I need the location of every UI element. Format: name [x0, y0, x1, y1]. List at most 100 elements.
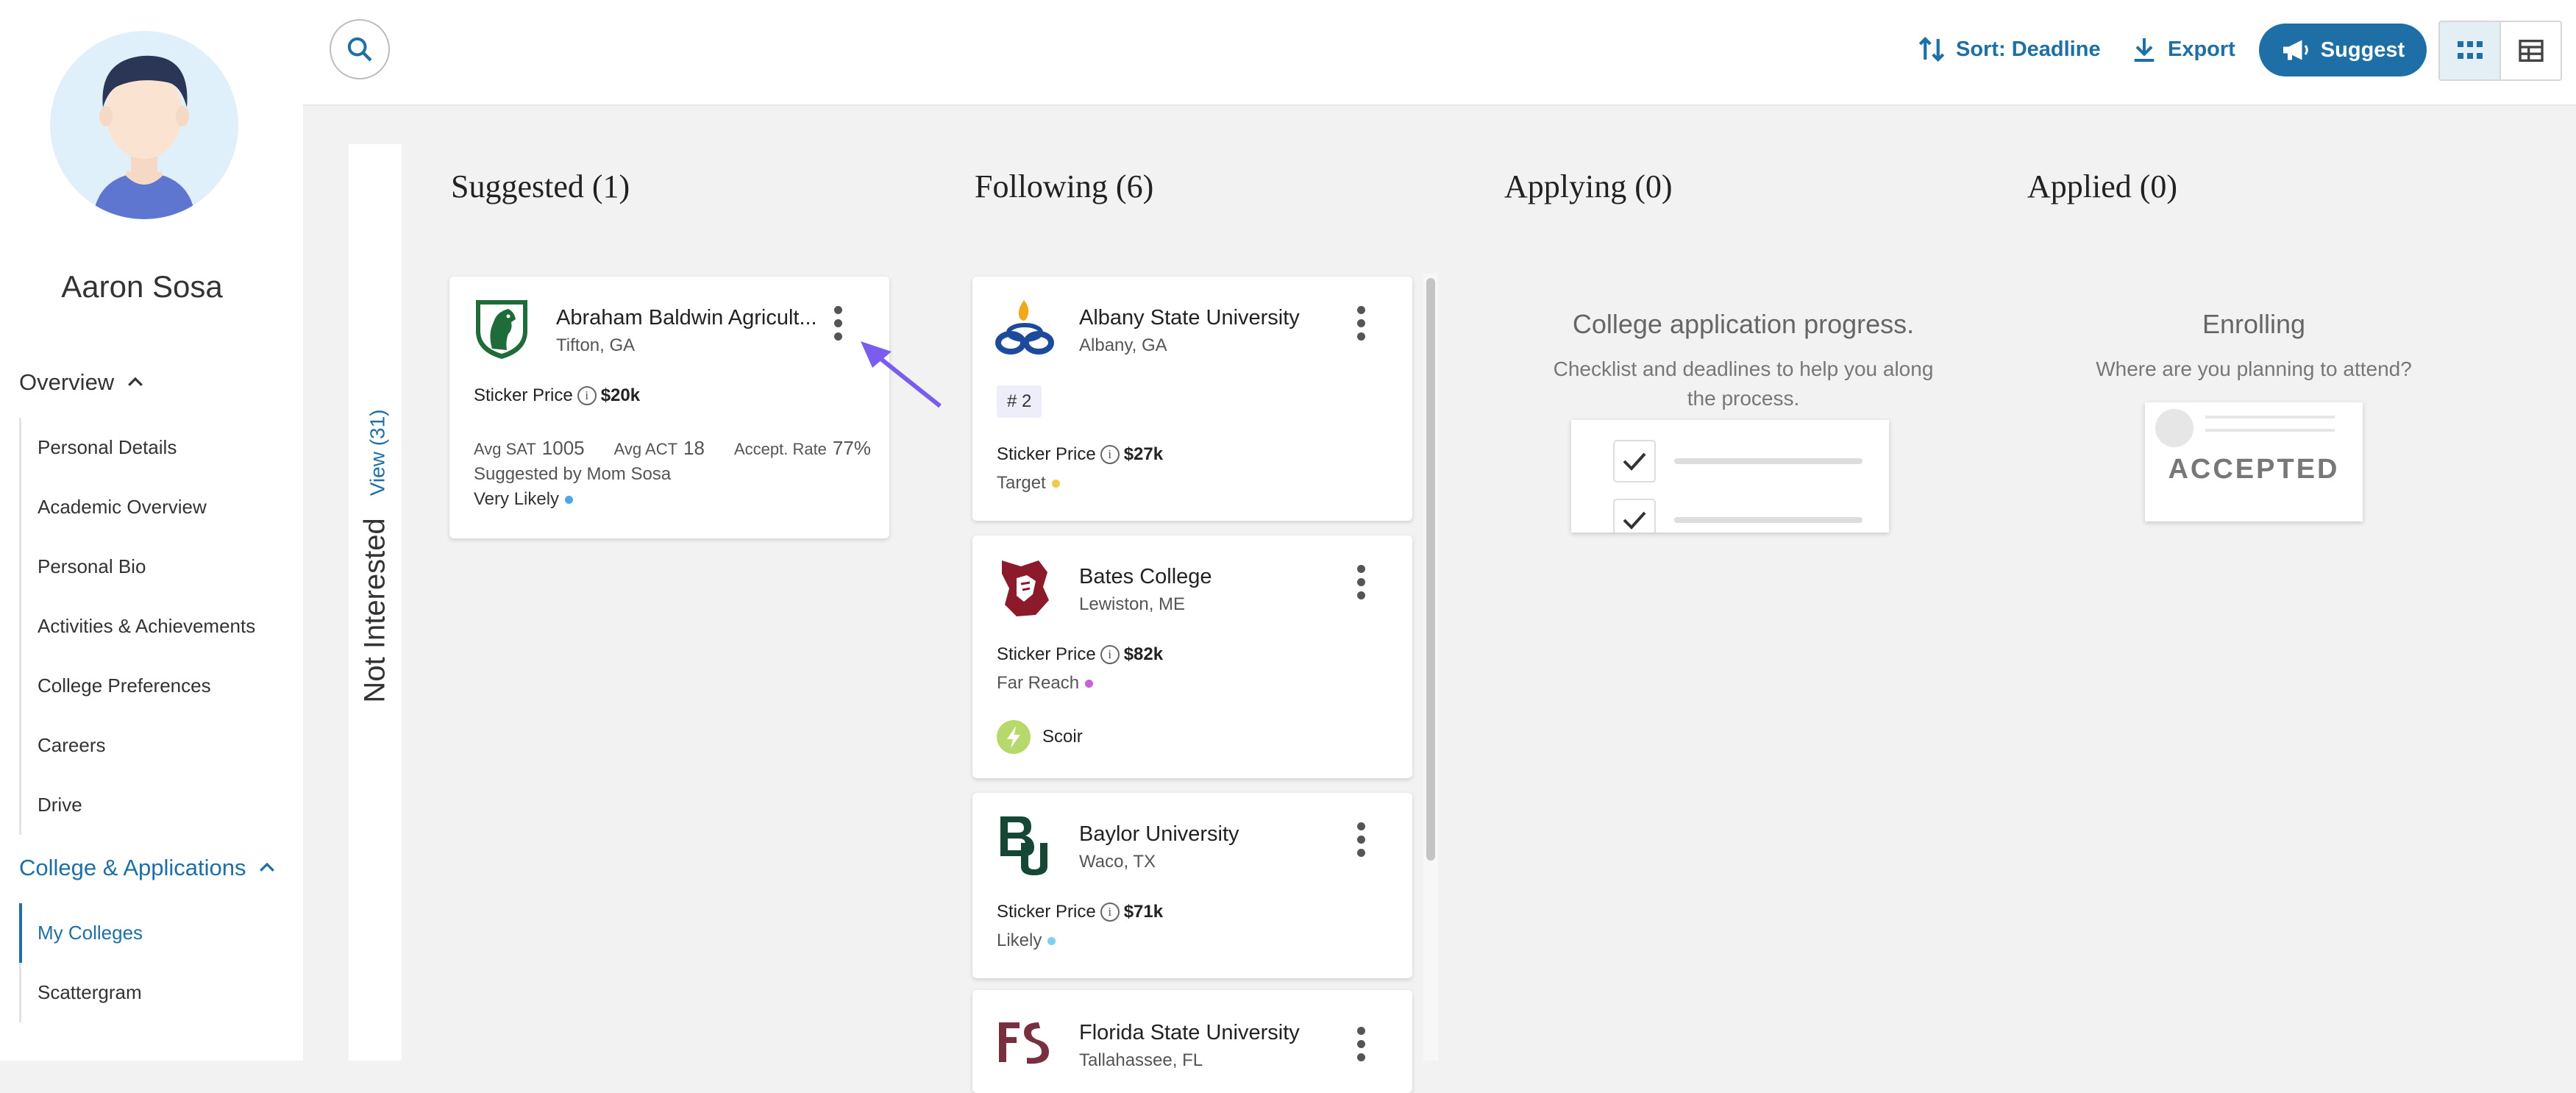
sidebar-item-personal-bio[interactable]: Personal Bio: [21, 537, 286, 597]
checklist-illustration: [1571, 420, 1889, 533]
sort-label: Sort: Deadline: [1956, 37, 2101, 61]
not-interested-label-group: Not Interested View (31): [359, 409, 392, 702]
section-college-applications[interactable]: College & Applications: [19, 855, 278, 881]
college-logo: [995, 813, 1055, 877]
applying-empty-title: College application progress.: [1572, 309, 1915, 339]
sidebar-item-careers[interactable]: Careers: [21, 716, 286, 775]
college-logo: [995, 297, 1055, 360]
applied-empty-subtitle: Where are you planning to attend?: [2096, 357, 2412, 380]
college-location: Tallahassee, FL: [1079, 1050, 1203, 1070]
card-menu-button[interactable]: [1353, 306, 1368, 343]
likelihood-label: Very Likely: [474, 489, 560, 509]
info-icon[interactable]: i: [1100, 902, 1120, 922]
sidebar-item-my-colleges[interactable]: My Colleges: [19, 903, 286, 963]
accepted-illustration: ACCEPTED: [2145, 402, 2363, 521]
info-icon[interactable]: i: [577, 386, 597, 405]
sticker-price: Sticker Price i $82k: [997, 644, 1163, 665]
sticker-price-value: $82k: [1123, 644, 1164, 664]
view-toggle: [2438, 21, 2562, 81]
megaphone-icon: [2283, 40, 2308, 60]
sticker-price-label: Sticker Price: [997, 644, 1096, 664]
sidebar: Aaron Sosa Overview Personal Details Aca…: [0, 0, 303, 1061]
rank-badge: # 2: [997, 385, 1042, 418]
sidebar-item-college-preferences[interactable]: College Preferences: [21, 656, 286, 716]
college-location: Albany, GA: [1079, 335, 1167, 355]
avatar[interactable]: [50, 31, 238, 219]
info-icon[interactable]: i: [1100, 645, 1120, 664]
college-card-albany-state[interactable]: Albany State University Albany, GA # 2 S…: [972, 277, 1412, 521]
college-location: Waco, TX: [1079, 852, 1156, 872]
avg-sat-value: 1005: [541, 437, 585, 459]
college-name[interactable]: Baylor University: [1079, 822, 1239, 847]
card-menu-button[interactable]: [830, 306, 845, 343]
sort-icon: [1918, 37, 1945, 62]
not-interested-panel[interactable]: Not Interested View (31): [349, 144, 402, 1061]
college-name[interactable]: Bates College: [1079, 565, 1212, 589]
sticker-price-label: Sticker Price: [997, 902, 1096, 922]
source-tag: Scoir: [997, 720, 1083, 754]
accept-rate-label: Accept. Rate: [733, 440, 827, 458]
sidebar-item-personal-details[interactable]: Personal Details: [21, 418, 286, 477]
college-card-bates[interactable]: Bates College Lewiston, ME Sticker Price…: [972, 535, 1412, 778]
sidebar-item-drive[interactable]: Drive: [21, 775, 286, 835]
download-icon: [2134, 38, 2155, 62]
college-card-baylor[interactable]: Baylor University Waco, TX Sticker Price…: [972, 793, 1412, 978]
suggested-by: Suggested by Mom Sosa: [474, 464, 672, 484]
college-name[interactable]: Albany State University: [1079, 306, 1300, 330]
applying-empty-subtitle: Checklist and deadlines to help you alon…: [1553, 357, 1934, 410]
avg-act-value: 18: [683, 437, 705, 459]
sticker-price-value: $20k: [600, 385, 641, 405]
user-name: Aaron Sosa: [61, 269, 223, 304]
card-menu-button[interactable]: [1353, 565, 1368, 602]
category-dot: [1051, 479, 1060, 488]
college-logo: [472, 297, 532, 360]
accepted-stamp: ACCEPTED: [2168, 454, 2340, 485]
search-button[interactable]: [330, 19, 390, 79]
chevron-up-icon: [260, 862, 275, 872]
section-college-label: College & Applications: [19, 855, 246, 880]
sidebar-item-academic-overview[interactable]: Academic Overview: [21, 477, 286, 537]
table-view-icon: [2518, 40, 2544, 62]
college-logo: [995, 1018, 1055, 1081]
likelihood-dot: [565, 495, 574, 504]
card-menu-button[interactable]: [1353, 1027, 1368, 1064]
section-overview[interactable]: Overview: [19, 369, 146, 396]
export-button[interactable]: Export: [2130, 26, 2235, 72]
avg-sat: Avg SAT 1005: [474, 437, 585, 460]
suggest-button[interactable]: Suggest: [2259, 24, 2427, 76]
admission-category: Far Reach: [997, 673, 1094, 694]
following-scrollbar[interactable]: [1423, 274, 1438, 1061]
sidebar-item-scattergram[interactable]: Scattergram: [21, 963, 286, 1022]
sort-button[interactable]: Sort: Deadline: [1916, 26, 2101, 72]
card-menu-button[interactable]: [1353, 822, 1368, 859]
sticker-price-value: $27k: [1123, 444, 1164, 464]
category-dot: [1085, 679, 1094, 688]
search-icon: [347, 37, 372, 62]
view-not-interested-link[interactable]: View (31): [366, 409, 390, 496]
sticker-price-label: Sticker Price: [474, 385, 573, 405]
college-name[interactable]: Florida State University: [1079, 1021, 1300, 1045]
not-interested-label: Not Interested: [358, 518, 391, 703]
college-name[interactable]: Abraham Baldwin Agricult...: [556, 306, 817, 330]
college-card-abac[interactable]: Abraham Baldwin Agricult... Tifton, GA S…: [449, 277, 889, 538]
avg-act: Avg ACT 18: [614, 437, 705, 460]
info-icon[interactable]: i: [1100, 445, 1120, 464]
college-card-florida-state[interactable]: Florida State University Tallahassee, FL: [972, 990, 1412, 1093]
avg-act-label: Avg ACT: [613, 440, 678, 458]
suggest-label: Suggest: [2320, 38, 2405, 62]
admission-category: Likely: [997, 930, 1056, 951]
column-title-following: Following (6): [975, 168, 1154, 204]
avg-sat-label: Avg SAT: [474, 440, 536, 458]
column-title-applying: Applying (0): [1504, 168, 1673, 204]
column-title-suggested: Suggested (1): [451, 168, 630, 204]
sidebar-item-activities[interactable]: Activities & Achievements: [21, 597, 286, 656]
sticker-price-label: Sticker Price: [997, 444, 1096, 464]
table-view-button[interactable]: [2499, 22, 2561, 79]
overview-nav: Personal Details Academic Overview Perso…: [19, 418, 286, 835]
scrollbar-thumb[interactable]: [1426, 278, 1435, 861]
chevron-up-icon: [128, 377, 143, 386]
sticker-price: Sticker Price i $27k: [997, 444, 1163, 465]
sticker-price-value: $71k: [1123, 902, 1164, 922]
applied-empty-title: Enrolling: [2202, 309, 2306, 339]
board-view-button[interactable]: [2440, 22, 2499, 79]
